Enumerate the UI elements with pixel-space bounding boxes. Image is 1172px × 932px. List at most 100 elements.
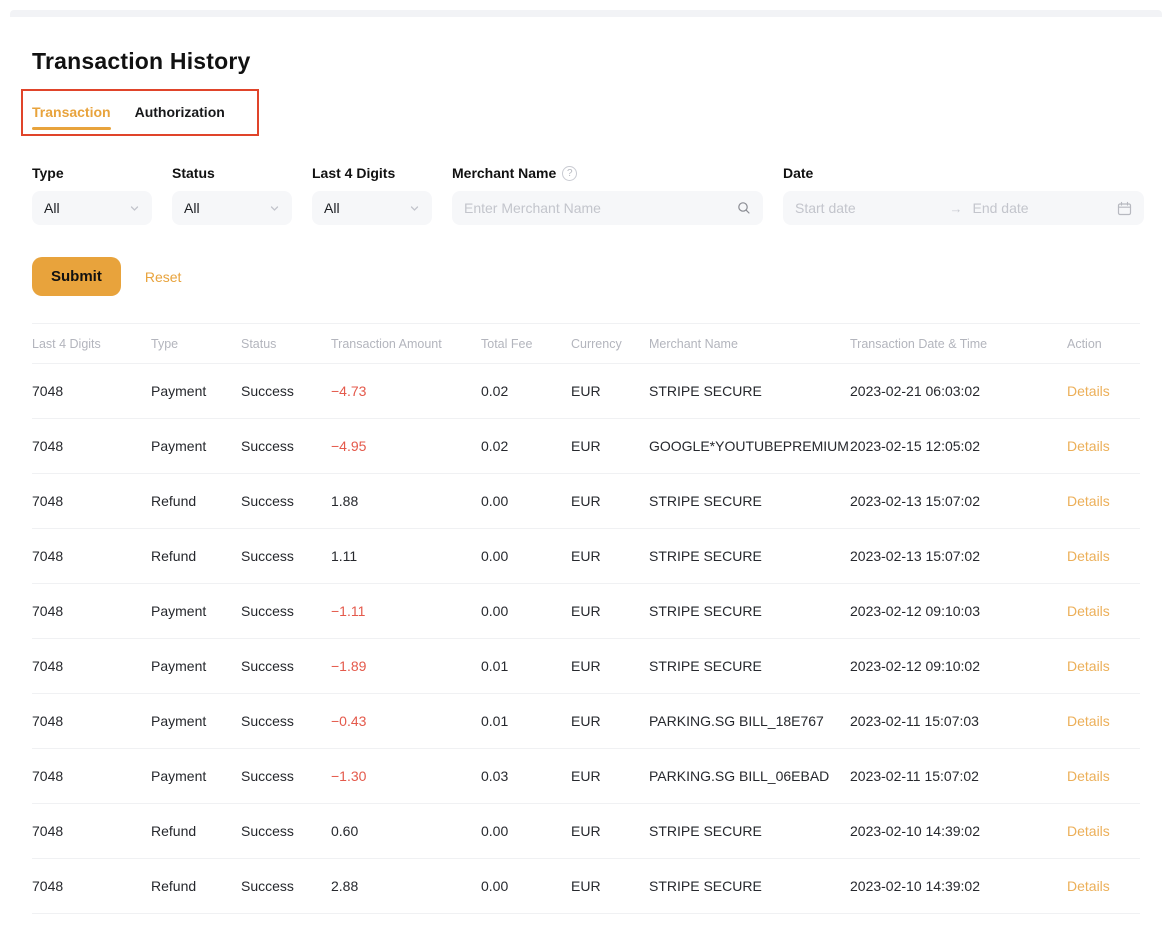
cell-merchant-name: PARKING.SG BILL_06EBAD [649,749,850,804]
cell-total-fee: 0.00 [481,474,571,529]
cell-transaction-date-time: 2023-02-10 14:39:02 [850,804,1067,859]
cell-total-fee: 0.00 [481,529,571,584]
cell-last-4-digits: 7048 [32,639,151,694]
cell-status: Success [241,474,331,529]
date-range-picker[interactable]: Start date → End date [783,191,1144,225]
details-link[interactable]: Details [1067,603,1110,619]
details-link[interactable]: Details [1067,878,1110,894]
cell-currency: EUR [571,749,649,804]
cell-transaction-date-time: 2023-02-10 14:39:02 [850,859,1067,914]
type-filter-label: Type [32,165,152,181]
cell-last-4-digits: 7048 [32,694,151,749]
cell-action: Details [1067,584,1140,639]
column-header-currency: Currency [571,324,649,364]
filter-bar: Type All Status All Last 4 Digits All [32,165,1140,225]
tab-authorization[interactable]: Authorization [135,104,225,132]
cell-currency: EUR [571,584,649,639]
cell-type: Refund [151,474,241,529]
cell-last-4-digits: 7048 [32,804,151,859]
cell-type: Payment [151,694,241,749]
cell-total-fee: 0.00 [481,584,571,639]
table-row: 7048 Payment Success −4.95 0.02 EUR GOOG… [32,419,1140,474]
cell-type: Payment [151,419,241,474]
cell-transaction-amount: −4.73 [331,364,481,419]
details-link[interactable]: Details [1067,383,1110,399]
cell-currency: EUR [571,694,649,749]
transaction-history-page: Transaction History Transaction Authoriz… [0,48,1172,914]
table-row: 7048 Payment Success −1.11 0.00 EUR STRI… [32,584,1140,639]
start-date-placeholder: Start date [795,200,940,216]
cell-action: Details [1067,474,1140,529]
tab-authorization-label: Authorization [135,104,225,120]
column-header-transaction-date-time: Transaction Date & Time [850,324,1067,364]
column-header-transaction-amount: Transaction Amount [331,324,481,364]
cell-merchant-name: STRIPE SECURE [649,804,850,859]
transactions-table: Last 4 Digits Type Status Transaction Am… [32,323,1140,914]
status-select-value: All [184,200,269,216]
cell-type: Refund [151,804,241,859]
cell-type: Payment [151,749,241,804]
cell-transaction-amount: 1.88 [331,474,481,529]
cell-total-fee: 0.01 [481,639,571,694]
cell-merchant-name: STRIPE SECURE [649,584,850,639]
question-circle-icon[interactable]: ? [562,166,577,181]
column-header-action: Action [1067,324,1140,364]
cell-total-fee: 0.00 [481,804,571,859]
column-header-total-fee: Total Fee [481,324,571,364]
cell-merchant-name: STRIPE SECURE [649,364,850,419]
tab-bar: Transaction Authorization [32,89,292,137]
cell-merchant-name: PARKING.SG BILL_18E767 [649,694,850,749]
cell-merchant-name: STRIPE SECURE [649,474,850,529]
cell-last-4-digits: 7048 [32,364,151,419]
cell-status: Success [241,419,331,474]
reset-button[interactable]: Reset [145,269,182,285]
submit-button[interactable]: Submit [32,257,121,296]
cell-transaction-date-time: 2023-02-11 15:07:03 [850,694,1067,749]
cell-transaction-date-time: 2023-02-21 06:03:02 [850,364,1067,419]
cell-total-fee: 0.02 [481,364,571,419]
details-link[interactable]: Details [1067,493,1110,509]
cell-status: Success [241,694,331,749]
cell-transaction-date-time: 2023-02-12 09:10:03 [850,584,1067,639]
filter-merchant: Merchant Name ? Enter Merchant Name [452,165,763,225]
table-row: 7048 Refund Success 1.88 0.00 EUR STRIPE… [32,474,1140,529]
last4-select-value: All [324,200,409,216]
table-row: 7048 Payment Success −1.30 0.03 EUR PARK… [32,749,1140,804]
cell-status: Success [241,639,331,694]
cell-type: Payment [151,639,241,694]
filter-status: Status All [172,165,292,225]
table-header: Last 4 Digits Type Status Transaction Am… [32,324,1140,364]
last4-select[interactable]: All [312,191,432,225]
cell-transaction-amount: 0.60 [331,804,481,859]
status-select[interactable]: All [172,191,292,225]
details-link[interactable]: Details [1067,768,1110,784]
cell-merchant-name: STRIPE SECURE [649,639,850,694]
active-tab-underline [32,127,111,130]
cell-merchant-name: GOOGLE*YOUTUBEPREMIUM [649,419,850,474]
status-filter-label: Status [172,165,292,181]
chevron-down-icon [129,203,140,214]
cell-transaction-date-time: 2023-02-12 09:10:02 [850,639,1067,694]
details-link[interactable]: Details [1067,438,1110,454]
cell-transaction-date-time: 2023-02-15 12:05:02 [850,419,1067,474]
type-select[interactable]: All [32,191,152,225]
details-link[interactable]: Details [1067,548,1110,564]
cell-last-4-digits: 7048 [32,529,151,584]
details-link[interactable]: Details [1067,658,1110,674]
tab-transaction-label: Transaction [32,104,111,120]
table-row: 7048 Refund Success 1.11 0.00 EUR STRIPE… [32,529,1140,584]
cell-last-4-digits: 7048 [32,584,151,639]
merchant-input-placeholder: Enter Merchant Name [464,200,737,216]
cell-status: Success [241,804,331,859]
merchant-name-input[interactable]: Enter Merchant Name [452,191,763,225]
page-title: Transaction History [32,48,1140,75]
table-row: 7048 Payment Success −4.73 0.02 EUR STRI… [32,364,1140,419]
tab-transaction[interactable]: Transaction [32,104,111,132]
cell-currency: EUR [571,419,649,474]
cell-total-fee: 0.01 [481,694,571,749]
column-header-type: Type [151,324,241,364]
details-link[interactable]: Details [1067,713,1110,729]
cell-last-4-digits: 7048 [32,859,151,914]
details-link[interactable]: Details [1067,823,1110,839]
cell-action: Details [1067,694,1140,749]
